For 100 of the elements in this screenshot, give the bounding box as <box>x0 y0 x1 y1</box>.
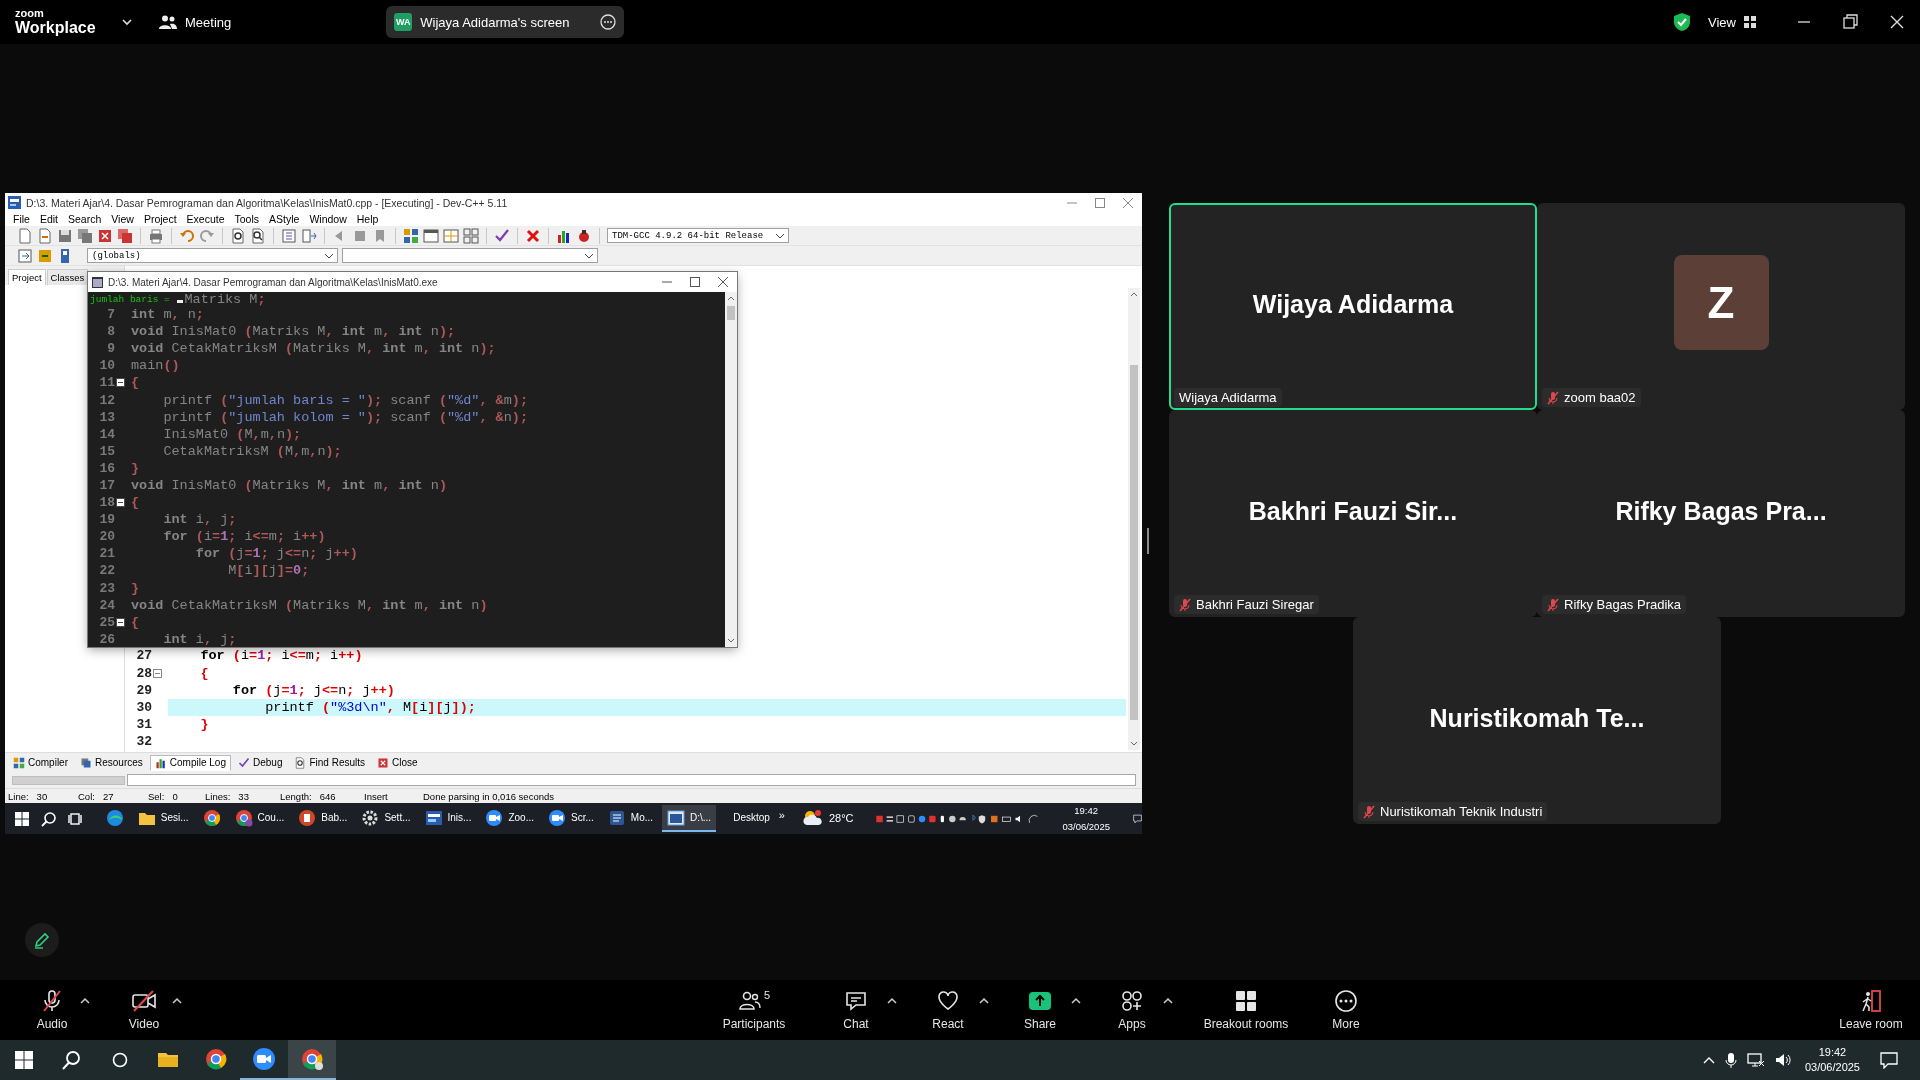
leave-button[interactable]: Leave room <box>1831 989 1911 1031</box>
taskbar-app[interactable]: Cou... <box>229 805 290 832</box>
windows-logo-icon[interactable] <box>14 811 29 826</box>
debug-icon[interactable] <box>576 227 592 244</box>
menu-item[interactable]: Execute <box>181 213 230 225</box>
undo-icon[interactable] <box>179 227 195 244</box>
more-button[interactable]: More <box>1316 989 1376 1031</box>
network-icon[interactable] <box>1746 1052 1765 1068</box>
replace-icon[interactable] <box>250 227 266 244</box>
new-file-icon[interactable] <box>17 227 33 244</box>
panel-tab[interactable]: Close <box>372 754 423 771</box>
apps-button[interactable]: Apps <box>1104 989 1160 1031</box>
share-button[interactable]: Share <box>1012 989 1068 1031</box>
close-all-icon[interactable] <box>117 227 133 244</box>
panel-tab[interactable]: Compile Log <box>149 754 231 771</box>
compiler-dropdown[interactable]: TDM-GCC 4.9.2 64-bit Release <box>607 228 789 243</box>
check-icon[interactable] <box>494 227 510 244</box>
chevron-up-icon[interactable] <box>1702 1056 1715 1064</box>
panel-tab[interactable]: Compiler <box>8 754 73 771</box>
open-file-icon[interactable] <box>37 227 53 244</box>
view-button[interactable]: View <box>1708 14 1756 30</box>
menu-item[interactable]: Help <box>351 213 384 225</box>
menu-item[interactable]: Project <box>138 213 182 225</box>
circle-icon[interactable] <box>112 1052 128 1068</box>
desktop-toolbar[interactable]: Desktop <box>728 805 775 832</box>
taskbar-app[interactable] <box>288 1040 336 1080</box>
more-icon[interactable] <box>600 14 617 30</box>
resize-handle[interactable] <box>1146 528 1150 554</box>
participants-button[interactable]: 5 Participants <box>700 989 808 1031</box>
scrollbar[interactable] <box>1128 288 1140 750</box>
find-icon[interactable] <box>230 227 246 244</box>
taskbar-clock[interactable]: 19:42 03/06/2025 <box>1804 1045 1860 1075</box>
microphone-icon[interactable] <box>1724 1052 1737 1068</box>
people-icon <box>159 14 177 30</box>
video-button[interactable]: Video <box>119 989 169 1031</box>
unindent-icon[interactable] <box>301 227 317 244</box>
save-all-icon[interactable] <box>77 227 93 244</box>
weather-widget[interactable]: 28°C <box>796 805 859 832</box>
fold-icon[interactable] <box>116 378 125 388</box>
taskbar-app[interactable]: Sett... <box>356 805 416 832</box>
notification-icon[interactable] <box>1132 811 1142 826</box>
menu-item[interactable]: Search <box>63 213 107 225</box>
volume-icon[interactable] <box>1774 1052 1793 1068</box>
panel-tab[interactable]: Resources <box>75 754 148 771</box>
taskbar-app[interactable]: Sesi... <box>132 805 194 832</box>
grid-icon <box>1234 989 1258 1013</box>
window-icon[interactable] <box>423 227 439 244</box>
overflow-chevron[interactable]: » <box>778 808 785 821</box>
grid-icon[interactable] <box>403 227 419 244</box>
taskbar-clock[interactable]: 19:42 03/06/2025 <box>1057 805 1115 832</box>
save-icon[interactable] <box>57 227 73 244</box>
line-number: 28 <box>135 665 152 681</box>
chevron-down-icon[interactable] <box>121 18 133 26</box>
close-icon[interactable] <box>717 276 729 288</box>
audio-button[interactable]: Audio <box>27 989 77 1031</box>
maximize-icon[interactable] <box>1094 196 1106 209</box>
indent-icon[interactable] <box>281 227 297 244</box>
print-icon[interactable] <box>148 227 164 244</box>
fold-icon[interactable] <box>116 617 125 627</box>
menu-item[interactable]: View <box>106 213 139 225</box>
annotate-button[interactable] <box>25 923 59 957</box>
panel-tab[interactable]: Find Results <box>289 754 371 771</box>
chat-button[interactable]: Chat <box>828 989 884 1031</box>
participant-label: zoom baa02 <box>1564 390 1636 405</box>
ide-app-icon <box>424 808 443 827</box>
menu-item[interactable]: Window <box>304 213 352 225</box>
fold-icon[interactable] <box>116 498 125 508</box>
taskbar-app[interactable]: Scr... <box>543 805 599 832</box>
taskbar-app[interactable]: Inis... <box>419 805 477 832</box>
log-field[interactable] <box>127 774 1136 786</box>
scope-dropdown[interactable]: (globals) <box>87 248 338 263</box>
search-icon[interactable] <box>62 1050 82 1070</box>
menu-item[interactable]: Edit <box>34 213 63 225</box>
screen-share-indicator[interactable]: WA Wijaya Adidarma's screen <box>386 6 625 38</box>
panel-tab[interactable]: Project <box>8 269 46 285</box>
panel-tab[interactable]: Debug <box>233 754 288 771</box>
panel-tab[interactable]: Classes <box>46 269 89 285</box>
menu-item[interactable]: File <box>8 213 35 225</box>
task-view-icon[interactable] <box>68 810 84 827</box>
toggle-icon[interactable] <box>37 247 53 264</box>
menu-item[interactable]: Tools <box>229 213 265 225</box>
chat-icon <box>844 989 868 1013</box>
close-file-icon[interactable] <box>97 227 113 244</box>
insert-icon[interactable] <box>17 247 33 264</box>
breakout-button[interactable]: Breakout rooms <box>1196 989 1296 1031</box>
restore-icon[interactable] <box>1840 12 1860 32</box>
taskbar-app[interactable]: Mo... <box>602 805 659 832</box>
scrollbar[interactable] <box>725 292 737 647</box>
more-icon <box>1334 989 1358 1013</box>
notification-icon[interactable] <box>1880 1051 1898 1069</box>
search-icon[interactable] <box>40 810 57 827</box>
meeting-menu-button[interactable]: Meeting <box>159 14 232 30</box>
taskbar-app[interactable]: D:\... <box>662 805 717 832</box>
maximize-icon[interactable] <box>689 276 701 288</box>
menu-item[interactable]: AStyle <box>264 213 305 225</box>
taskbar-app[interactable]: Bab... <box>293 805 353 832</box>
taskbar-app[interactable]: Zoo... <box>480 805 539 832</box>
react-button[interactable]: React <box>920 989 976 1031</box>
stop-icon[interactable] <box>525 227 541 244</box>
layout-icon[interactable] <box>463 227 479 244</box>
